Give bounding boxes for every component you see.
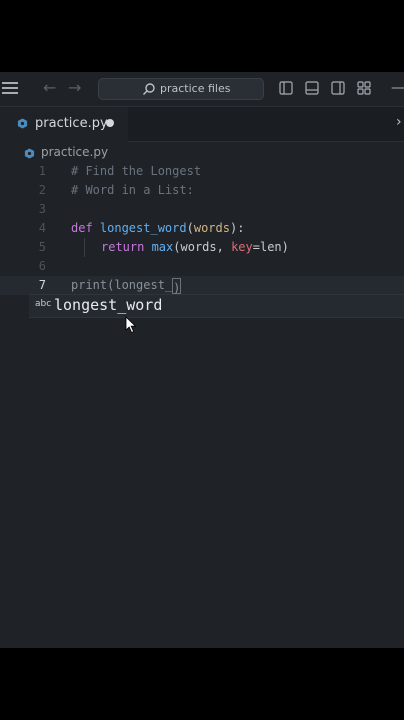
paren-open: ( xyxy=(186,221,194,235)
code-text: print(longest_) xyxy=(71,276,182,295)
search-icon xyxy=(143,83,155,95)
customize-layout-icon[interactable] xyxy=(357,81,371,95)
line-number: 3 xyxy=(38,202,46,216)
breadcrumb: practice.py xyxy=(0,142,404,164)
toggle-panel-icon[interactable] xyxy=(305,81,319,95)
builtin-max: max xyxy=(151,240,174,254)
title-bar: ← → practice files — xyxy=(0,72,404,107)
call-args-end: =len) xyxy=(252,240,289,254)
command-center-search[interactable]: practice files xyxy=(98,78,264,100)
breadcrumb-file[interactable]: practice.py xyxy=(41,145,108,159)
code-line: 6 xyxy=(0,257,404,276)
search-label: practice files xyxy=(160,82,231,95)
suggestion-widget[interactable]: abc longest_word xyxy=(29,294,404,318)
code-line: 3 xyxy=(0,200,404,219)
code-text: # Word in a List: xyxy=(71,183,194,197)
suggestion-item[interactable]: longest_word xyxy=(54,296,162,314)
code-line-current: 7 print(longest_) xyxy=(0,276,404,295)
keyword-return: return xyxy=(101,240,152,254)
forward-arrow-icon[interactable]: → xyxy=(68,79,81,97)
suggestion-kind-icon: abc xyxy=(35,299,52,309)
function-name: longest_word xyxy=(99,221,187,235)
tab-bar: practice.py › xyxy=(0,107,404,143)
line-number: 6 xyxy=(38,259,46,273)
line-number: 5 xyxy=(38,240,46,254)
paren-close-highlight: ) xyxy=(172,277,182,295)
typed-text: longest_ xyxy=(114,278,173,292)
code-editor[interactable]: 1 # Find the Longest 2 # Word in a List:… xyxy=(0,162,404,295)
line-number: 7 xyxy=(38,278,46,292)
toggle-primary-sidebar-icon[interactable] xyxy=(279,81,293,95)
code-text: def longest_word(words): xyxy=(71,219,244,238)
code-text: # Find the Longest xyxy=(71,164,202,178)
builtin-print: print xyxy=(71,278,108,292)
line-number: 1 xyxy=(38,164,46,178)
line-number: 2 xyxy=(38,183,46,197)
keyword-def: def xyxy=(71,221,100,235)
indent-guide xyxy=(84,238,85,257)
keyword-arg: key xyxy=(231,240,253,254)
editor-actions-icon[interactable]: › xyxy=(396,114,402,130)
python-file-icon xyxy=(17,118,28,129)
back-arrow-icon[interactable]: ← xyxy=(43,79,56,97)
call-args: (words, xyxy=(173,240,232,254)
tab-label: practice.py xyxy=(35,116,108,131)
tab-practice-py[interactable]: practice.py xyxy=(0,107,128,143)
paren-close: ): xyxy=(229,221,245,235)
code-line: 4 def longest_word(words): xyxy=(0,219,404,238)
code-line: 2 # Word in a List: xyxy=(0,181,404,200)
toggle-secondary-sidebar-icon[interactable] xyxy=(331,81,345,95)
editor-window: ← → practice files — practice.py › pract… xyxy=(0,72,404,648)
code-line: 5 return max(words, key=len) xyxy=(0,238,404,257)
menu-icon[interactable] xyxy=(2,82,18,94)
mouse-pointer-icon xyxy=(125,316,137,334)
code-line: 1 # Find the Longest xyxy=(0,162,404,181)
minimize-icon[interactable]: — xyxy=(391,80,404,96)
unsaved-changes-dot[interactable] xyxy=(106,119,114,127)
code-text: return max(words, key=len) xyxy=(101,238,289,257)
line-number: 4 xyxy=(38,221,46,235)
parameter: words xyxy=(193,221,230,235)
python-file-icon xyxy=(24,148,35,159)
